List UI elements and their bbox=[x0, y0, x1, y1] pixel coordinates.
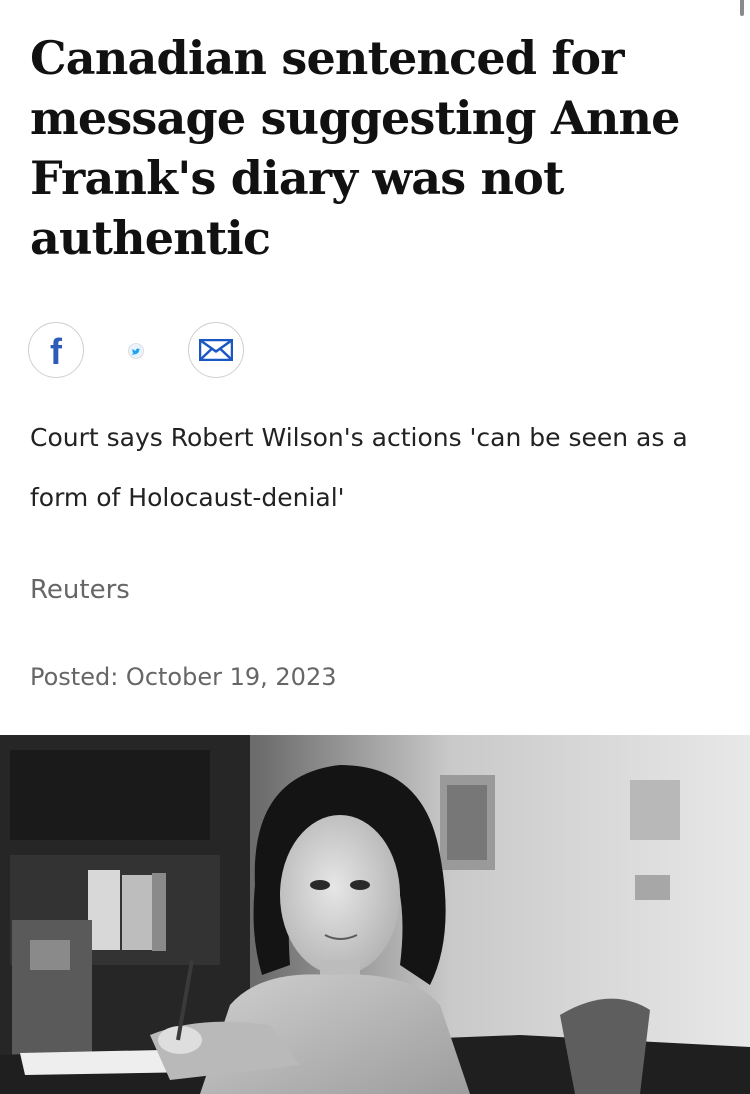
share-email-button[interactable] bbox=[188, 322, 244, 378]
article-byline[interactable]: Reuters bbox=[30, 570, 130, 610]
share-twitter-button[interactable] bbox=[126, 341, 146, 361]
twitter-icon bbox=[128, 343, 144, 359]
article-hero-photo bbox=[0, 735, 750, 1094]
facebook-icon: f bbox=[50, 331, 62, 372]
article-posted-date: Posted: October 19, 2023 bbox=[30, 663, 337, 691]
share-facebook-button[interactable]: f bbox=[28, 322, 84, 378]
share-bar: f bbox=[28, 322, 328, 380]
article-headline: Canadian sentenced for message suggestin… bbox=[30, 31, 680, 265]
scroll-indicator[interactable] bbox=[740, 0, 744, 16]
email-icon bbox=[199, 339, 233, 361]
article-deck: Court says Robert Wilson's actions 'can … bbox=[30, 423, 688, 512]
